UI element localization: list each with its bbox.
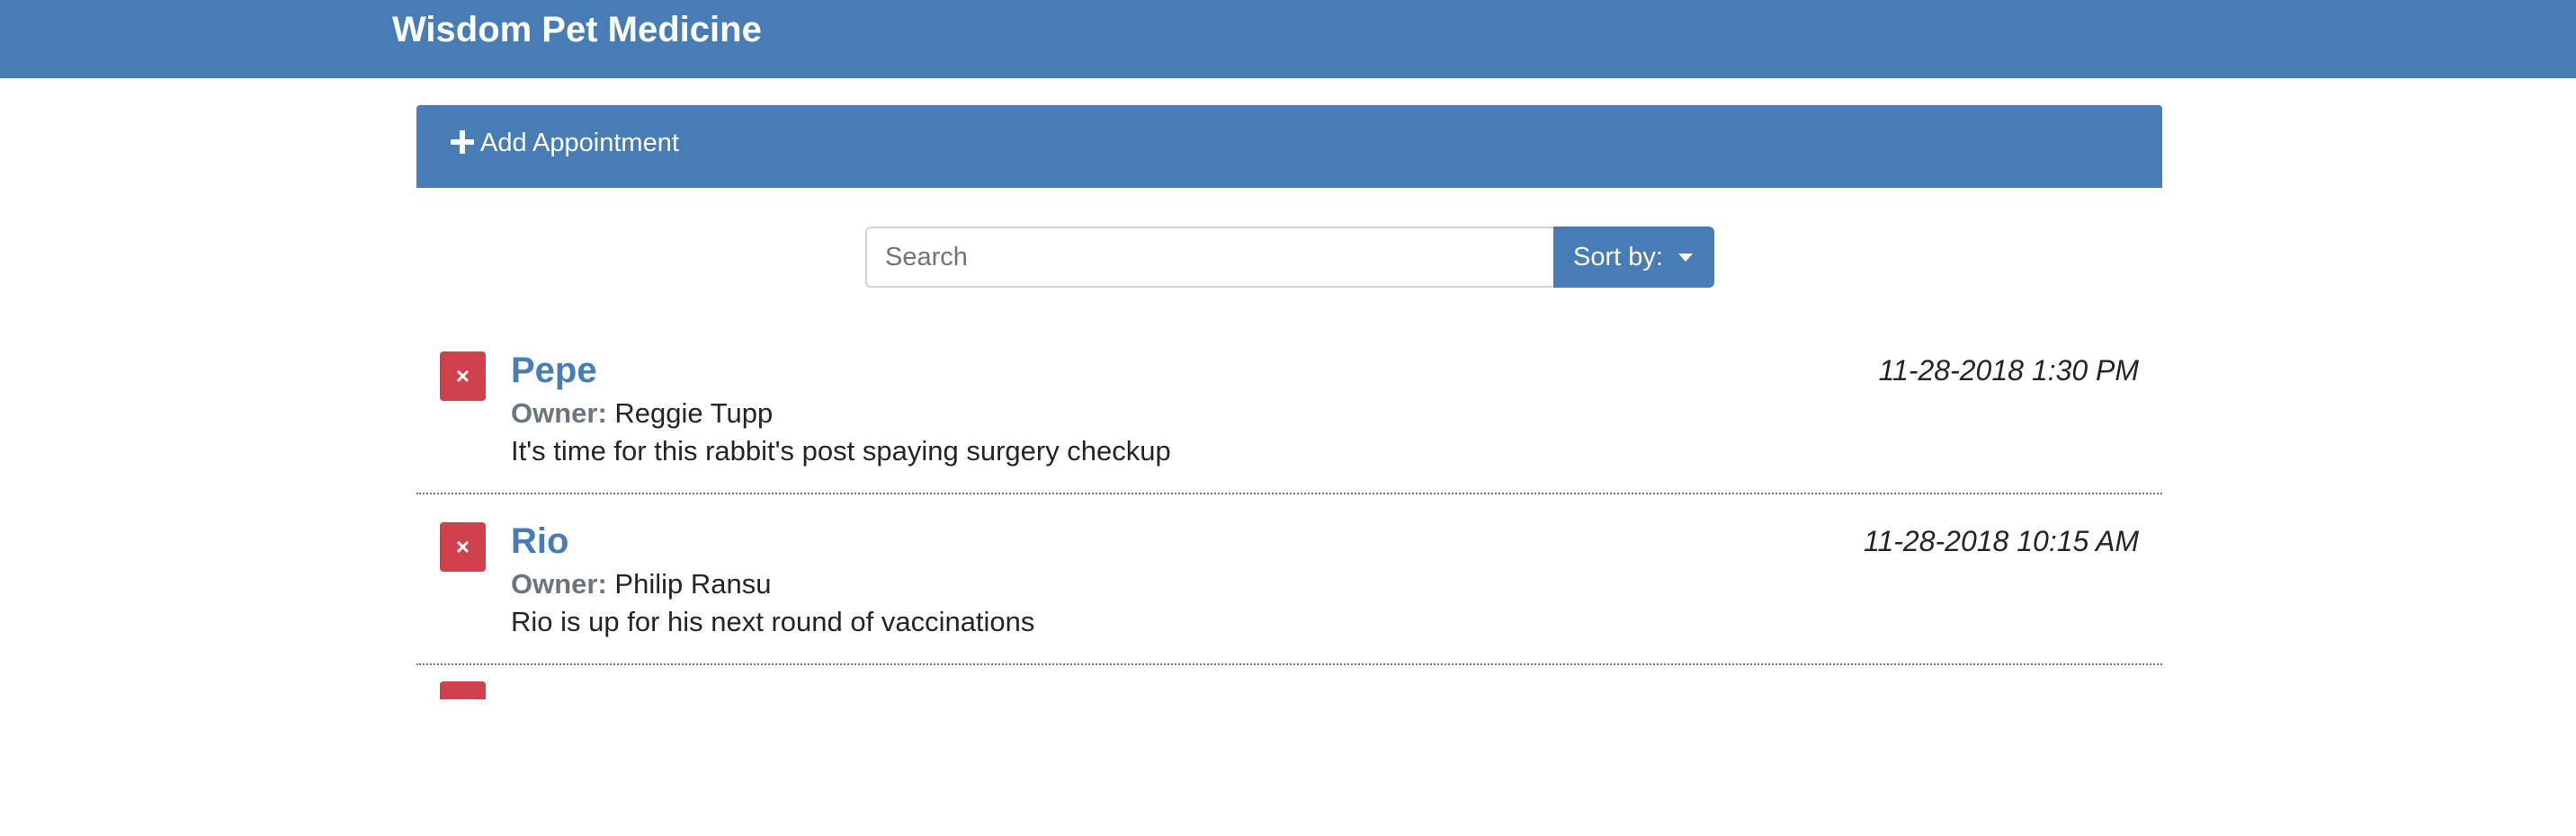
owner-label: Owner: — [511, 568, 607, 600]
owner-line: Owner: Reggie Tupp — [511, 396, 773, 431]
appointment-date: 11-28-2018 10:15 AM — [1864, 525, 2139, 557]
appointment-notes[interactable]: Rio is up for his next round of vaccinat… — [511, 604, 1034, 640]
sort-label: Sort by: — [1573, 243, 1663, 271]
owner-line: Owner: Philip Ransu — [511, 566, 771, 602]
owner-label: Owner: — [511, 397, 607, 429]
plus-icon — [451, 130, 474, 154]
brand-title[interactable]: Wisdom Pet Medicine — [392, 7, 762, 52]
sort-dropdown-button[interactable]: Sort by: — [1553, 227, 1714, 288]
search-input[interactable] — [865, 227, 1554, 288]
appointment-date: 11-28-2018 1:30 PM — [1878, 354, 2139, 387]
pet-name[interactable]: Pepe — [511, 349, 597, 392]
appointment-item: × Rio Owner: Philip Ransu Rio is up for … — [416, 494, 2162, 665]
top-navbar: Wisdom Pet Medicine — [0, 0, 2576, 78]
owner-name[interactable]: Philip Ransu — [614, 568, 771, 600]
appointment-list: × Pepe Owner: Reggie Tupp It's time for … — [416, 324, 2162, 836]
owner-name[interactable]: Reggie Tupp — [614, 397, 773, 429]
appointment-item — [416, 665, 2162, 836]
close-icon[interactable]: × — [440, 522, 486, 572]
appointment-notes[interactable]: It's time for this rabbit's post spaying… — [511, 433, 1171, 469]
add-appointment-button[interactable]: Add Appointment — [416, 105, 2162, 188]
add-appointment-label: Add Appointment — [480, 129, 679, 157]
appointment-item: × Pepe Owner: Reggie Tupp It's time for … — [416, 324, 2162, 494]
caret-down-icon — [1678, 253, 1693, 262]
search-sort-group: Sort by: — [865, 227, 1714, 288]
pet-name[interactable]: Rio — [511, 520, 568, 563]
close-icon[interactable] — [440, 681, 486, 699]
close-icon[interactable]: × — [440, 351, 486, 401]
